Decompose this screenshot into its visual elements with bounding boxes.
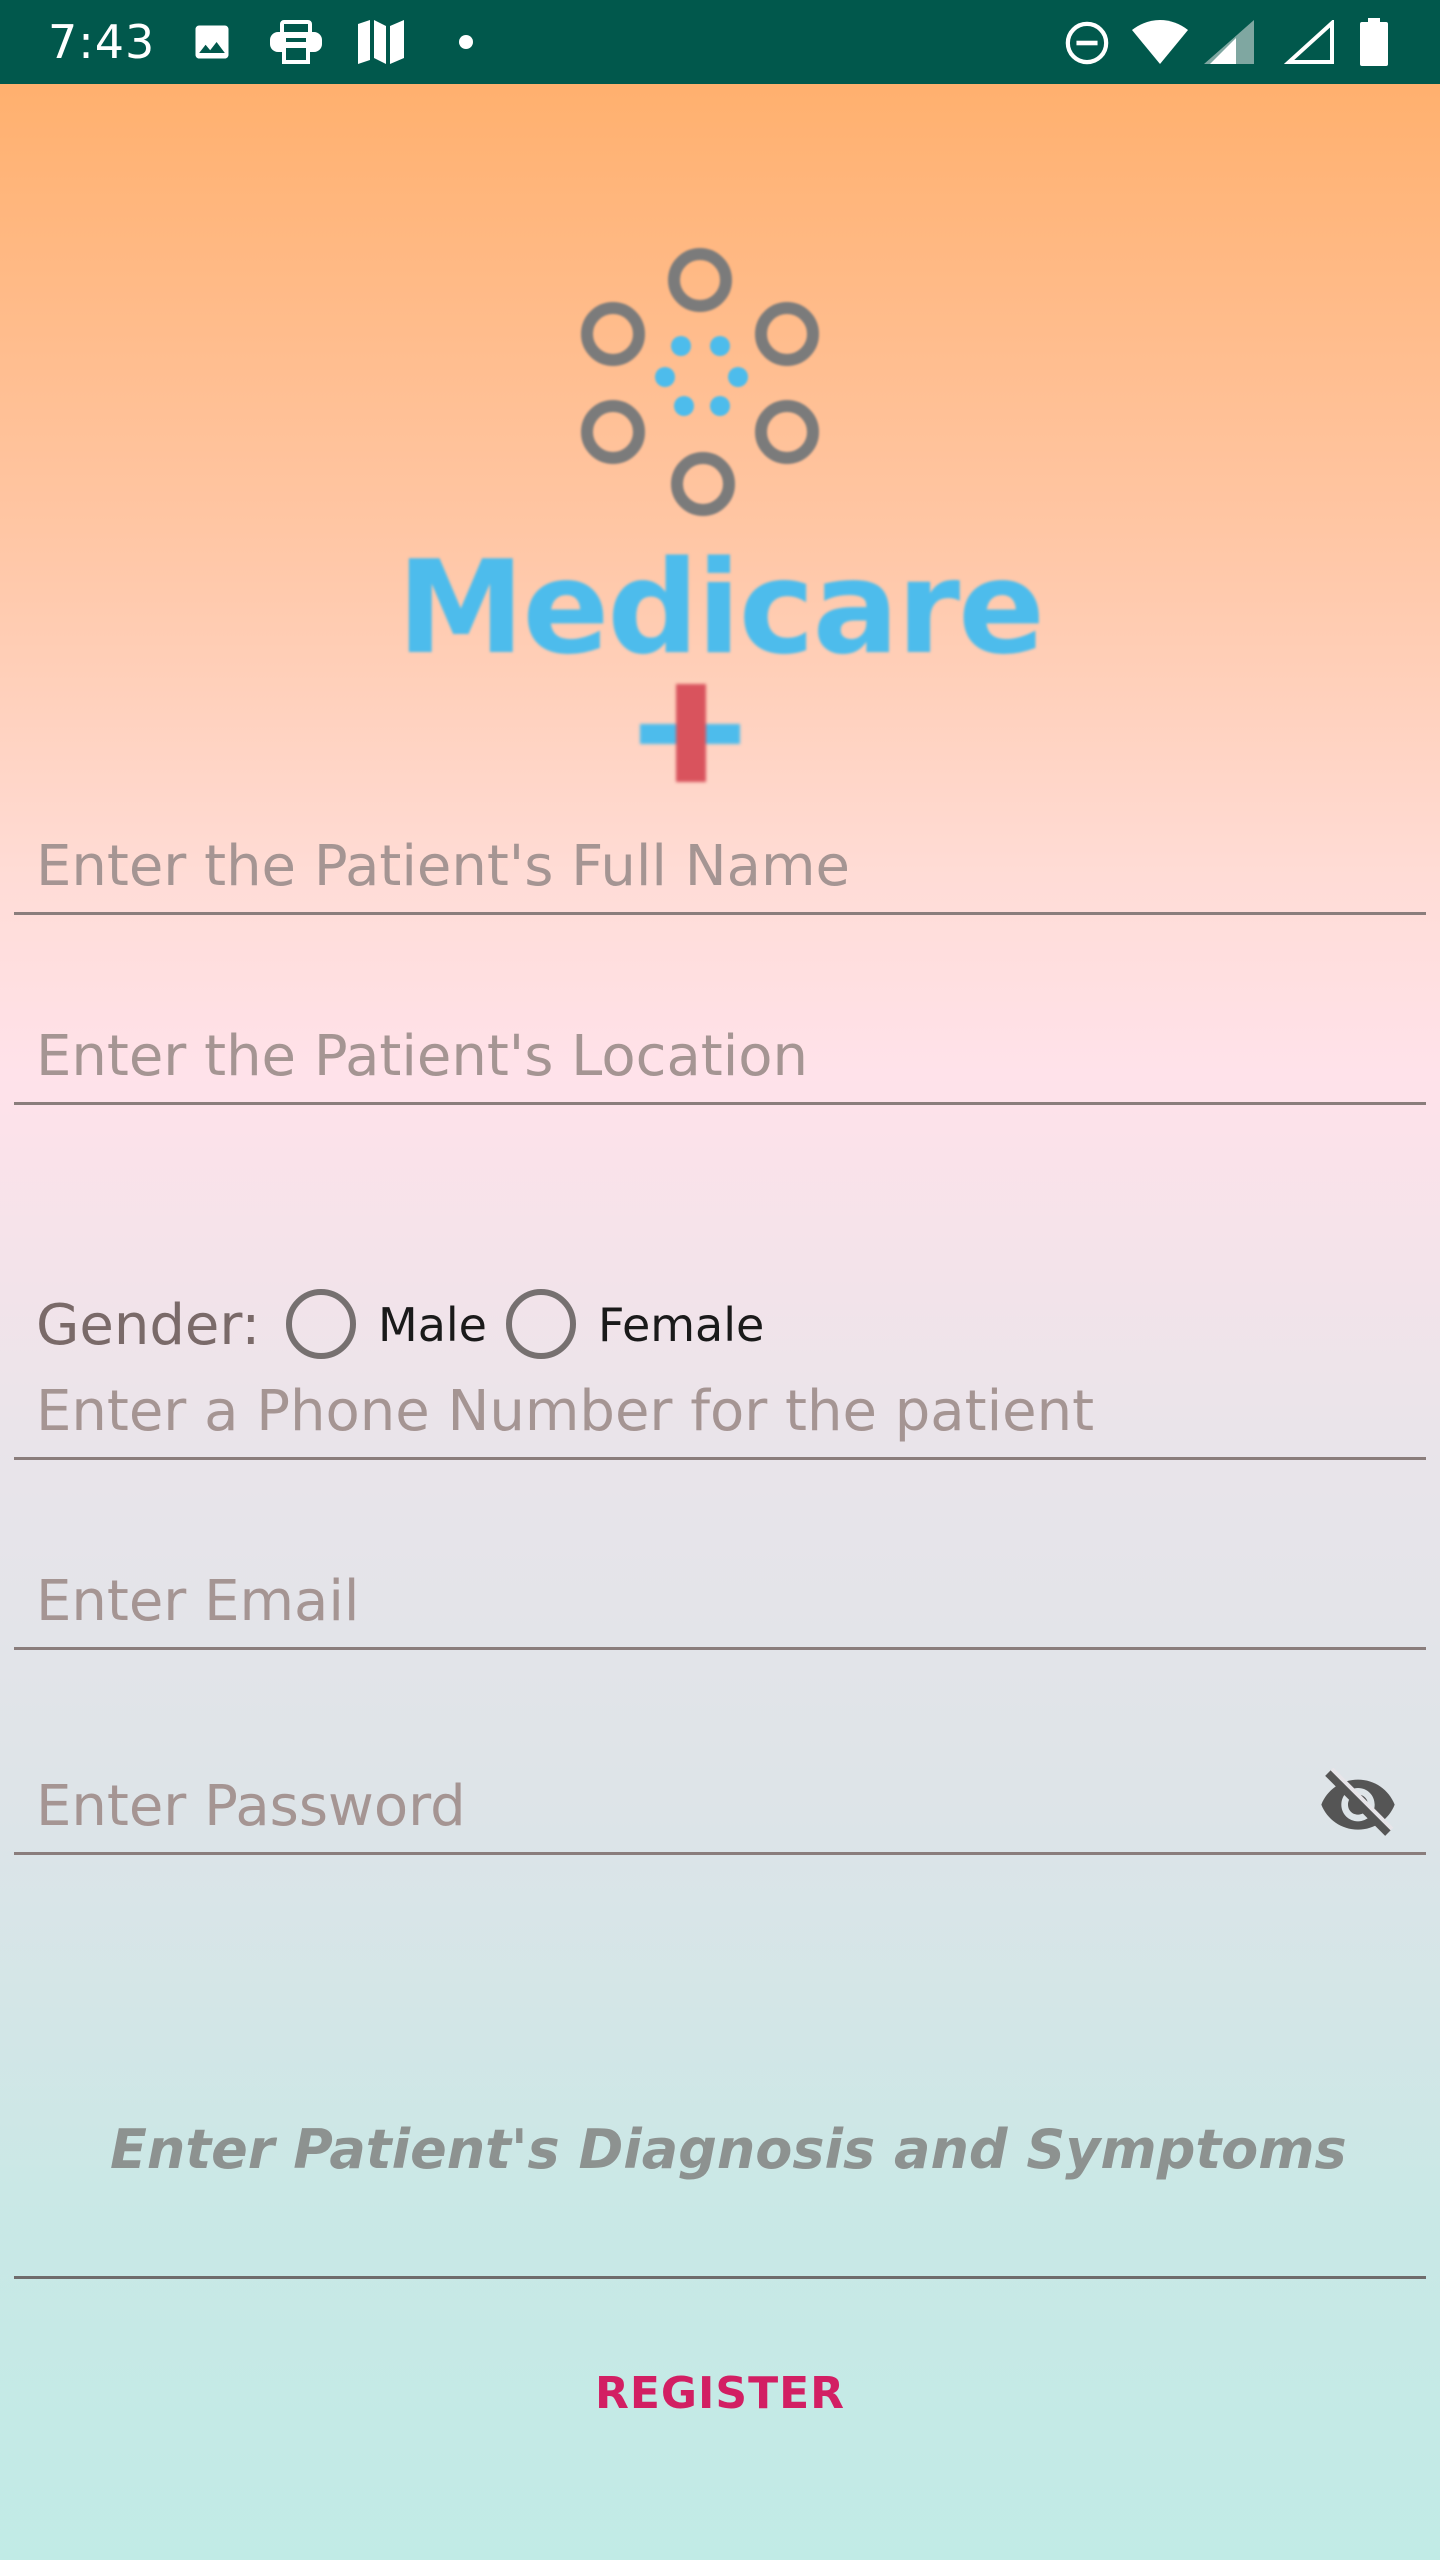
diagnosis-input[interactable] xyxy=(110,2114,1370,2194)
full-name-field xyxy=(14,804,1426,915)
maps-icon xyxy=(356,20,406,69)
dot-icon xyxy=(458,34,474,55)
logo-wordmark: Medicare xyxy=(397,534,1045,683)
printer-icon xyxy=(268,20,324,69)
location-input[interactable] xyxy=(36,1022,1296,1092)
logo-emblem xyxy=(581,248,819,516)
gender-female-label[interactable]: Female xyxy=(598,1297,764,1353)
phone-field xyxy=(14,1349,1426,1460)
email-field xyxy=(14,1539,1426,1650)
eye-off-icon[interactable] xyxy=(1318,1767,1398,1838)
medical-cross-icon xyxy=(640,684,740,782)
battery-icon xyxy=(1360,18,1388,71)
password-input[interactable] xyxy=(36,1772,1196,1842)
full-name-input[interactable] xyxy=(36,832,1296,902)
app-logo: Medicare xyxy=(380,234,1060,814)
signal-icon xyxy=(1204,20,1254,69)
gender-male-label[interactable]: Male xyxy=(378,1297,487,1353)
status-bar: 7:43 xyxy=(0,0,1440,84)
register-button[interactable]: REGISTER xyxy=(520,2344,920,2444)
image-icon xyxy=(190,20,234,69)
password-field xyxy=(14,1744,1426,1855)
signal-empty-icon xyxy=(1283,18,1334,69)
wifi-icon xyxy=(1132,20,1188,69)
registration-screen: Medicare Gender: Male Female xyxy=(0,84,1440,2560)
do-not-disturb-icon xyxy=(1064,20,1110,71)
email-input[interactable] xyxy=(36,1567,1296,1637)
phone-input[interactable] xyxy=(36,1377,1296,1447)
status-time: 7:43 xyxy=(48,15,156,69)
location-field xyxy=(14,994,1426,1105)
diagnosis-field xyxy=(14,2064,1426,2279)
